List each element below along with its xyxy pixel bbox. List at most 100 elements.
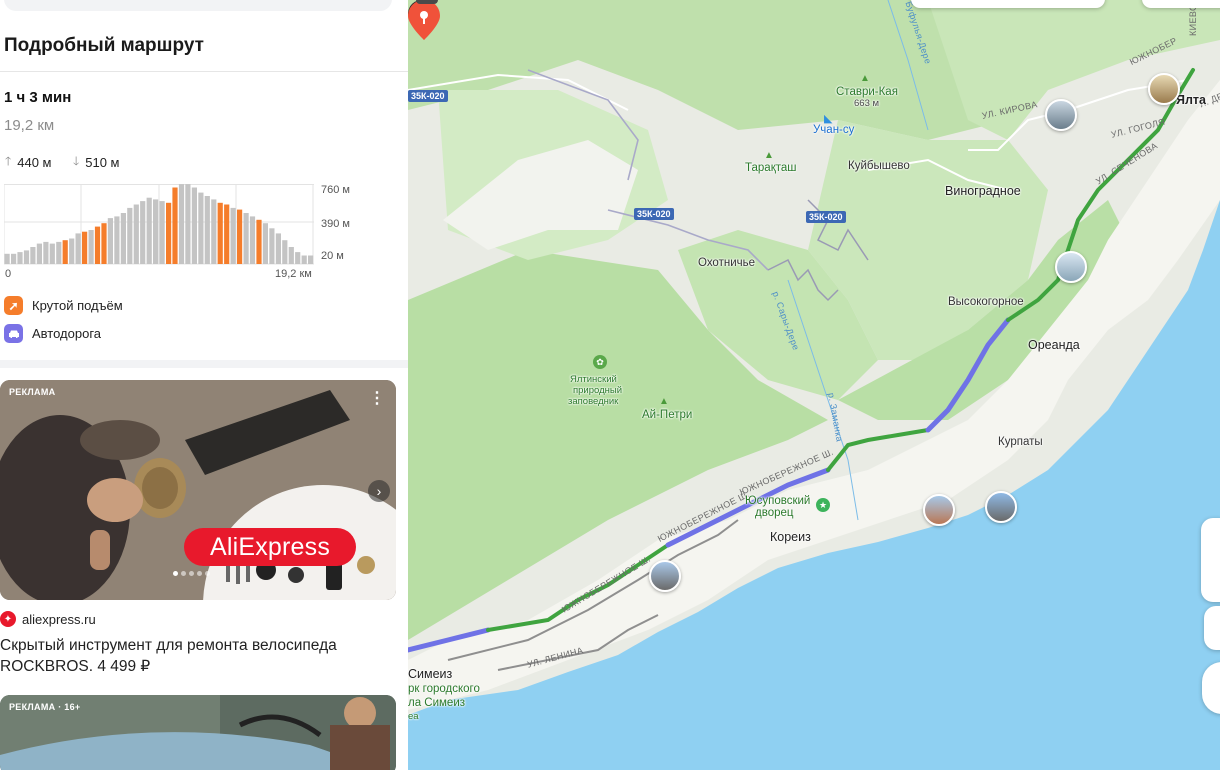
elevation-max-label: 760 м bbox=[321, 184, 350, 196]
search-bar[interactable] bbox=[4, 0, 392, 11]
carousel-dot[interactable] bbox=[197, 571, 202, 576]
landmark-star-icon[interactable]: ★ bbox=[816, 498, 830, 512]
photo-pin[interactable] bbox=[1148, 73, 1180, 105]
waterfall-icon[interactable]: ◣ bbox=[824, 112, 832, 125]
ad-card-2[interactable]: РЕКЛАМА · 16+ bbox=[0, 695, 396, 770]
elevation-bar bbox=[178, 184, 185, 264]
panel-title: Подробный маршрут bbox=[4, 35, 204, 56]
elevation-bar bbox=[114, 216, 120, 264]
ad-badge: РЕКЛАМА bbox=[9, 387, 56, 397]
map-top-control[interactable] bbox=[911, 0, 1105, 8]
waterfall-label[interactable]: Учан-су bbox=[813, 124, 854, 136]
elevation-bar bbox=[249, 216, 256, 264]
peak-label[interactable]: Ай-Петри bbox=[642, 409, 692, 421]
road-shield: 35К-020 bbox=[408, 90, 448, 102]
photo-pin[interactable] bbox=[1055, 251, 1087, 283]
elevation-bar bbox=[172, 187, 178, 264]
elevation-bar bbox=[4, 253, 10, 264]
elevation-bar bbox=[82, 231, 88, 264]
elevation-bar bbox=[133, 204, 139, 264]
nature-reserve-icon[interactable]: ✿ bbox=[593, 355, 607, 369]
mountain-peak-icon[interactable]: ▲ bbox=[860, 73, 870, 84]
landmark-label[interactable]: дворец bbox=[755, 507, 793, 519]
ascent-stat: 🡑 440 м bbox=[5, 152, 52, 173]
elevation-bar bbox=[140, 201, 146, 264]
place-label[interactable]: Симеиз bbox=[408, 667, 452, 681]
reserve-label[interactable]: заповедник bbox=[568, 396, 618, 407]
map-view[interactable]: 35К-020 35К-020 35К-020 ЮЖНОБЕРЕЖНОЕ Ш. … bbox=[408, 0, 1220, 770]
park-label[interactable]: рк городского bbox=[408, 683, 480, 695]
ad-badge-2: РЕКЛАМА · 16+ bbox=[9, 702, 81, 712]
elevation-bar bbox=[49, 243, 55, 264]
carousel-dot[interactable] bbox=[173, 571, 178, 576]
park-label[interactable]: ла Симеиз bbox=[408, 697, 465, 709]
origin-pin-icon[interactable] bbox=[408, 0, 440, 42]
elevation-bar bbox=[153, 199, 159, 264]
place-label[interactable]: Высокогорное bbox=[948, 296, 1024, 308]
elevation-bar bbox=[166, 202, 172, 264]
elevation-bar bbox=[30, 247, 36, 264]
elevation-bar bbox=[224, 204, 230, 264]
map-top-control[interactable] bbox=[1142, 0, 1220, 8]
reserve-label[interactable]: Ялтинский bbox=[570, 374, 617, 385]
elevation-bar bbox=[282, 240, 288, 264]
elevation-bar bbox=[62, 240, 68, 264]
zoom-control[interactable] bbox=[1201, 518, 1220, 602]
elevation-bar bbox=[275, 233, 281, 264]
map-corner-button[interactable] bbox=[416, 0, 438, 4]
more-options-icon[interactable]: ⋮ bbox=[369, 388, 385, 408]
carousel-dot[interactable] bbox=[205, 571, 210, 576]
mountain-peak-icon[interactable]: ▲ bbox=[659, 396, 669, 407]
ad-description[interactable]: Скрытый инструмент для ремонта велосипед… bbox=[0, 635, 395, 677]
section-separator bbox=[0, 360, 408, 368]
peak-label[interactable]: Ставри-Кая bbox=[836, 86, 898, 98]
photo-pin[interactable] bbox=[923, 494, 955, 526]
elevation-bar bbox=[256, 219, 262, 264]
route-distance: 19,2 км bbox=[4, 117, 55, 134]
place-label[interactable]: Курпаты bbox=[998, 436, 1043, 448]
elevation-bar bbox=[295, 252, 301, 264]
peak-label[interactable]: Тарақташ bbox=[745, 162, 797, 174]
descent-value: 510 м bbox=[85, 155, 120, 170]
photo-pin[interactable] bbox=[649, 560, 681, 592]
chevron-right-icon[interactable]: › bbox=[368, 480, 390, 502]
ad-domain[interactable]: ✦ aliexpress.ru bbox=[0, 611, 96, 627]
elevation-bar bbox=[88, 230, 94, 264]
city-label-yalta[interactable]: Ялта bbox=[1176, 93, 1206, 107]
route-panel: Подробный маршрут 1 ч 3 мин 19,2 км 🡑 44… bbox=[0, 0, 408, 770]
elevation-bar bbox=[191, 187, 197, 264]
park-label[interactable]: ea bbox=[408, 711, 419, 722]
place-label[interactable]: Ореанда bbox=[1028, 338, 1080, 352]
landmark-label[interactable]: Юсуповский bbox=[745, 495, 810, 507]
ad-brand-logo: AliExpress bbox=[184, 528, 356, 566]
carousel-dot[interactable] bbox=[189, 571, 194, 576]
divider bbox=[0, 71, 408, 72]
place-label[interactable]: Охотничье bbox=[698, 257, 755, 269]
elevation-bar bbox=[23, 250, 30, 264]
elevation-bar bbox=[120, 213, 126, 264]
mountain-peak-icon[interactable]: ▲ bbox=[764, 150, 774, 161]
photo-pin[interactable] bbox=[985, 491, 1017, 523]
place-label[interactable]: Виноградное bbox=[945, 184, 1021, 198]
elevation-profile[interactable] bbox=[3, 184, 314, 266]
legend-highway-label: Автодорога bbox=[32, 326, 102, 341]
elevation-bar bbox=[17, 252, 23, 264]
legend-steep: ➚ Крутой подъём bbox=[4, 296, 123, 315]
carousel-dot[interactable] bbox=[181, 571, 186, 576]
place-label[interactable]: Кореиз bbox=[770, 530, 811, 544]
ad-card[interactable]: AliExpress РЕКЛАМА ⋮ › bbox=[0, 380, 396, 600]
elevation-bar bbox=[56, 241, 62, 264]
elevation-bar bbox=[107, 218, 113, 264]
elevation-bar bbox=[308, 255, 314, 264]
map-control-button[interactable] bbox=[1204, 606, 1220, 650]
elevation-bar bbox=[75, 233, 81, 264]
place-label[interactable]: Куйбышево bbox=[848, 160, 910, 172]
elevation-bar bbox=[36, 243, 42, 264]
elevation-bar bbox=[43, 241, 49, 264]
elevation-bar bbox=[69, 238, 75, 264]
elevation-bar bbox=[288, 247, 294, 264]
photo-pin[interactable] bbox=[1045, 99, 1077, 131]
reserve-label[interactable]: природный bbox=[573, 385, 622, 396]
elevation-bar bbox=[11, 253, 17, 264]
ad-domain-text: aliexpress.ru bbox=[22, 611, 96, 627]
